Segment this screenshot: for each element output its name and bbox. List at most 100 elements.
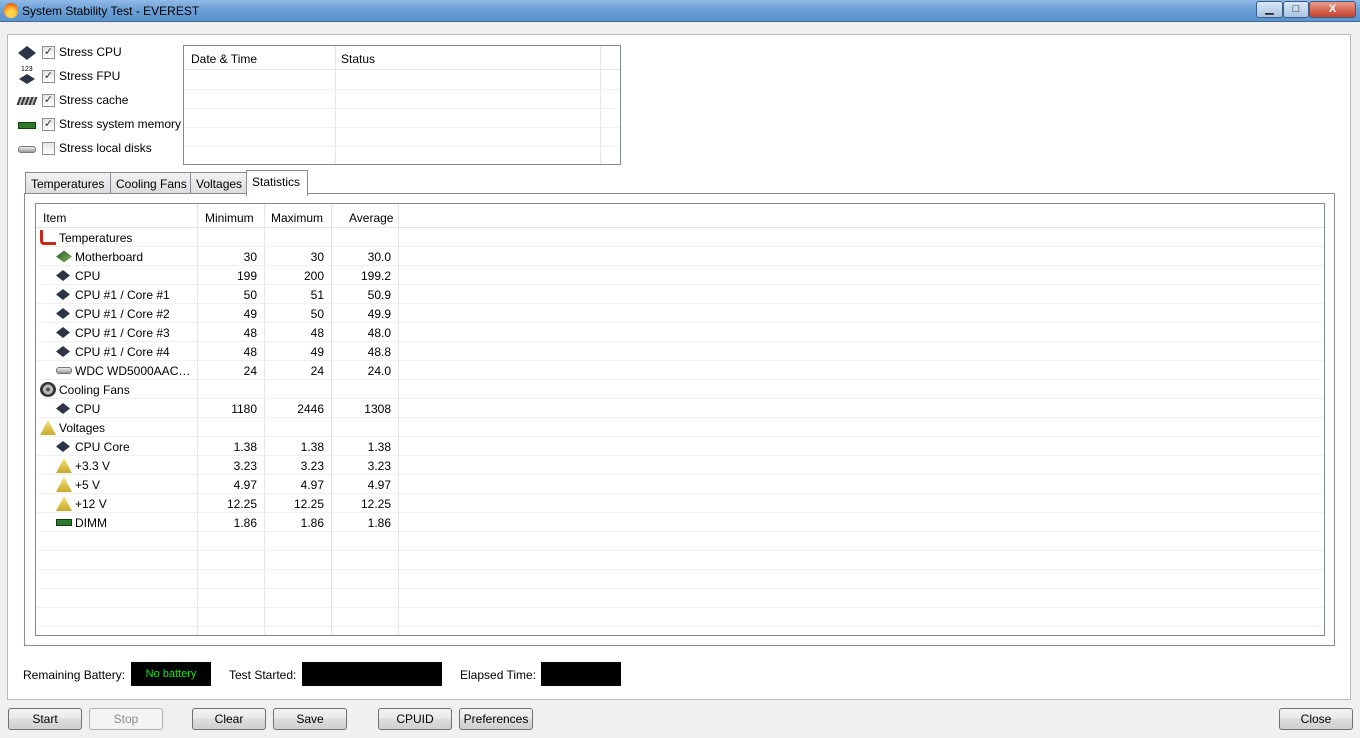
table-row[interactable]: +12 V 12.25 12.25 12.25 <box>36 494 1324 513</box>
log-col-datetime[interactable]: Date & Time <box>191 52 257 66</box>
row-avg-value: 1.86 <box>367 516 391 530</box>
row-avg-value: 30.0 <box>367 250 391 264</box>
row-name: CPU Core <box>75 440 130 454</box>
row-avg-value: 50.9 <box>367 288 391 302</box>
close-button[interactable]: Close <box>1279 708 1353 730</box>
col-minimum[interactable]: Minimum <box>205 211 254 225</box>
cpu-icon <box>56 308 70 319</box>
maximize-button[interactable]: □ <box>1283 1 1309 18</box>
cpu-icon <box>56 327 70 338</box>
row-max-value: 24 <box>310 364 324 378</box>
row-name: +12 V <box>75 497 107 511</box>
tab-statistics[interactable]: Statistics <box>246 170 308 196</box>
table-row[interactable]: +5 V 4.97 4.97 4.97 <box>36 475 1324 494</box>
voltage-icon <box>40 420 56 435</box>
tab-cooling-fans[interactable]: Cooling Fans <box>110 172 191 194</box>
log-header: Date & Time Status <box>184 46 620 70</box>
table-row[interactable]: CPU #1 / Core #2 49 50 49.9 <box>36 304 1324 323</box>
stress-disks-option[interactable]: Stress local disks <box>18 140 188 158</box>
row-avg-value: 3.23 <box>367 459 391 473</box>
row-name: Voltages <box>59 421 106 435</box>
row-name: +5 V <box>75 478 101 492</box>
row-max-value: 3.23 <box>300 459 324 473</box>
table-header: Item Minimum Maximum Average <box>36 204 1324 228</box>
stress-fpu-option[interactable]: 123 ✓ Stress FPU <box>18 66 188 86</box>
tab-temperatures[interactable]: Temperatures <box>25 172 111 194</box>
cpu-icon <box>56 289 70 300</box>
disk-icon <box>56 367 72 374</box>
statistics-table[interactable]: Item Minimum Maximum Average Temperature… <box>35 203 1325 636</box>
table-row[interactable]: +3.3 V 3.23 3.23 3.23 <box>36 456 1324 475</box>
stop-button[interactable]: Stop <box>89 708 163 730</box>
row-name: CPU <box>75 402 101 416</box>
preferences-button[interactable]: Preferences <box>459 708 533 730</box>
disk-icon <box>18 146 36 153</box>
battery-value: No battery <box>131 662 211 686</box>
col-item[interactable]: Item <box>43 211 66 225</box>
stress-memory-checkbox[interactable]: ✓ <box>42 118 55 131</box>
table-row[interactable]: CPU Core 1.38 1.38 1.38 <box>36 437 1324 456</box>
table-row[interactable]: Motherboard 30 30 30.0 <box>36 247 1324 266</box>
row-max-value: 1.86 <box>300 516 324 530</box>
table-group-row[interactable]: Temperatures <box>36 228 1324 247</box>
row-name: Cooling Fans <box>59 383 130 397</box>
close-window-button[interactable]: X <box>1309 1 1356 18</box>
row-avg-value: 4.97 <box>367 478 391 492</box>
row-min-value: 4.97 <box>233 478 257 492</box>
start-button[interactable]: Start <box>8 708 82 730</box>
table-row[interactable]: WDC WD5000AACS-... 24 24 24.0 <box>36 361 1324 380</box>
stress-memory-label: Stress system memory <box>59 117 182 131</box>
row-name: +3.3 V <box>75 459 111 473</box>
row-name: CPU #1 / Core #4 <box>75 345 170 359</box>
window-title: System Stability Test - EVEREST <box>22 4 200 18</box>
event-log-list[interactable]: Date & Time Status <box>183 45 621 165</box>
voltage-icon <box>56 496 72 511</box>
main-window: ✓ Stress CPU 123 ✓ Stress FPU ✓ Stress c… <box>0 22 1360 738</box>
cpu-icon <box>56 346 70 357</box>
row-avg-value: 48.8 <box>367 345 391 359</box>
table-group-row[interactable]: Cooling Fans <box>36 380 1324 399</box>
stress-cpu-option[interactable]: ✓ Stress CPU <box>18 44 188 62</box>
col-average[interactable]: Average <box>349 211 393 225</box>
row-name: CPU #1 / Core #1 <box>75 288 170 302</box>
stress-memory-option[interactable]: ✓ Stress system memory <box>18 116 188 134</box>
table-row[interactable]: CPU #1 / Core #1 50 51 50.9 <box>36 285 1324 304</box>
test-started-label: Test Started: <box>229 668 297 682</box>
row-name: CPU #1 / Core #2 <box>75 307 170 321</box>
row-avg-value: 24.0 <box>367 364 391 378</box>
clear-button[interactable]: Clear <box>192 708 266 730</box>
save-button[interactable]: Save <box>273 708 347 730</box>
table-row[interactable]: CPU #1 / Core #4 48 49 48.8 <box>36 342 1324 361</box>
fpu-icon-text: 123 <box>21 66 33 73</box>
table-group-row[interactable]: Voltages <box>36 418 1324 437</box>
tab-voltages[interactable]: Voltages <box>190 172 247 194</box>
col-maximum[interactable]: Maximum <box>271 211 323 225</box>
table-row[interactable]: DIMM 1.86 1.86 1.86 <box>36 513 1324 532</box>
cpu-icon <box>56 441 70 452</box>
test-started-value <box>302 662 442 686</box>
stress-cache-checkbox[interactable]: ✓ <box>42 94 55 107</box>
stress-fpu-checkbox[interactable]: ✓ <box>42 70 55 83</box>
table-row[interactable]: CPU #1 / Core #3 48 48 48.0 <box>36 323 1324 342</box>
stress-disks-checkbox[interactable] <box>42 142 55 155</box>
row-name: Temperatures <box>59 231 133 245</box>
minimize-button[interactable]: ▁ <box>1256 1 1283 18</box>
row-max-value: 48 <box>310 326 324 340</box>
memory-icon <box>18 122 36 129</box>
stress-disks-label: Stress local disks <box>59 141 152 155</box>
memory-icon <box>56 519 72 526</box>
table-row[interactable]: CPU 199 200 199.2 <box>36 266 1324 285</box>
stress-cache-option[interactable]: ✓ Stress cache <box>16 92 188 110</box>
cpu-icon <box>56 403 70 414</box>
stress-cpu-checkbox[interactable]: ✓ <box>42 46 55 59</box>
row-max-value: 12.25 <box>293 497 324 511</box>
stress-fpu-label: Stress FPU <box>59 69 121 83</box>
row-min-value: 199 <box>236 269 257 283</box>
table-row[interactable]: CPU 1180 2446 1308 <box>36 399 1324 418</box>
row-name: Motherboard <box>75 250 144 264</box>
row-name: DIMM <box>75 516 107 530</box>
row-min-value: 30 <box>243 250 257 264</box>
log-col-status[interactable]: Status <box>341 52 375 66</box>
motherboard-icon <box>56 250 72 263</box>
cpuid-button[interactable]: CPUID <box>378 708 452 730</box>
